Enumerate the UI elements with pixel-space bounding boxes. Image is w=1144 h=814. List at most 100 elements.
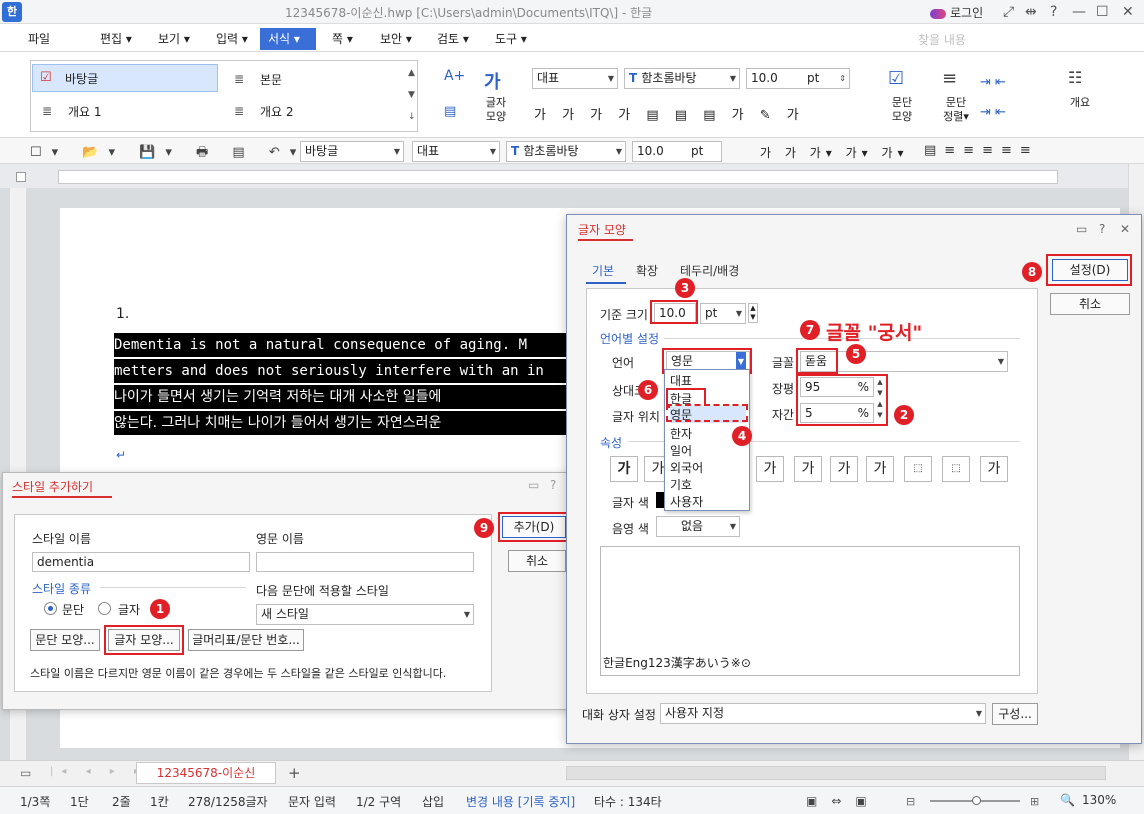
tab-extended[interactable]: 확장 xyxy=(636,262,658,279)
zoom-in-icon[interactable]: ⊞ xyxy=(1030,795,1039,808)
next-style-select[interactable]: 새 스타일 ▼ xyxy=(256,604,474,625)
document-tab[interactable]: 12345678-이순신 xyxy=(136,762,276,784)
horizontal-scrollbar[interactable] xyxy=(566,766,1106,780)
ribbon-size-combo[interactable]: 10.0 pt ⇕ xyxy=(746,68,850,89)
menu-review[interactable]: 검토 ▾ xyxy=(437,30,469,47)
format-buttons-row[interactable]: 가 가 가 가 ▤ ▤ ▤ 가 ✎ 가 xyxy=(534,104,805,123)
help-icon[interactable]: ? xyxy=(1050,4,1057,20)
outline-icon[interactable]: ☷ xyxy=(1068,68,1082,87)
outline-button[interactable]: 개요 xyxy=(1066,96,1094,110)
style-name-input[interactable]: dementia xyxy=(32,552,250,572)
horizontal-ruler[interactable] xyxy=(58,170,1058,184)
login-button[interactable]: 로그인 xyxy=(930,4,983,21)
para-shape-icon[interactable]: ☑ xyxy=(888,68,904,89)
bold-button[interactable]: 가 xyxy=(610,456,638,482)
toolbar-format-buttons[interactable]: 가 가 가▾ 가▾ 가▾ xyxy=(760,144,909,161)
comment-icon[interactable]: ▭ xyxy=(20,766,31,780)
tab-border[interactable]: 테두리/배경 xyxy=(680,262,739,279)
toolbar-style-combo[interactable]: 바탕글 ▼ xyxy=(300,141,404,162)
chevron-down-icon: ▼ xyxy=(489,147,496,156)
ribbon-lang-combo[interactable]: 대표 ▼ xyxy=(532,68,618,89)
normal-text-button[interactable]: 가 xyxy=(980,456,1008,482)
shadow-text-button[interactable]: 가 xyxy=(794,456,822,482)
engrave-button[interactable]: 가 xyxy=(866,456,894,482)
align-buttons[interactable]: ▤≡≡≡≡≡ xyxy=(924,143,1039,158)
char-cancel-button[interactable]: 취소 xyxy=(1050,293,1130,315)
size-unit-select[interactable]: pt ▼ xyxy=(700,303,746,324)
app-logo[interactable]: 한 xyxy=(2,2,22,22)
menu-edit[interactable]: 편집 ▾ xyxy=(100,30,132,47)
indent-icons[interactable]: ⇥ ⇤ ⇥ ⇤ xyxy=(980,68,1006,128)
superscript-icon[interactable]: ⬚ xyxy=(904,456,932,482)
align-icon[interactable]: ≡ xyxy=(942,68,957,89)
help-icon[interactable]: ? xyxy=(1099,222,1105,236)
selected-line[interactable]: 않는다. 그러나 치매는 나이가 들어서 생기는 자연스러운 xyxy=(114,411,570,435)
emboss-button[interactable]: 가 xyxy=(830,456,858,482)
bullet-numbering-button[interactable]: 글머리표/문단 번호... xyxy=(188,629,304,651)
ribbon-font-combo[interactable]: T 함초롬바탕 ▼ xyxy=(624,68,740,89)
status-zoom[interactable]: 130% xyxy=(1082,793,1116,807)
size-unit-value: pt xyxy=(705,306,718,320)
zoom-out-icon[interactable]: ⊟ xyxy=(906,795,915,808)
chat-icon[interactable]: ▭ xyxy=(528,478,539,492)
style-item-batang[interactable]: 바탕글 xyxy=(32,64,218,92)
color-swatch[interactable] xyxy=(656,492,664,508)
close-icon[interactable]: ✕ xyxy=(1120,222,1130,236)
help-icon[interactable]: ? xyxy=(550,478,556,492)
config-button[interactable]: 구성... xyxy=(992,703,1038,725)
chevron-down-icon: ▼ xyxy=(607,74,614,83)
maximize-icon[interactable]: ☐ xyxy=(1096,4,1109,20)
toolbar-font-combo[interactable]: T 함초롬바탕 ▼ xyxy=(506,141,626,162)
selected-line[interactable]: Dementia is not a natural consequence of… xyxy=(114,333,570,357)
dropdown-item[interactable]: 기호 xyxy=(670,476,692,493)
dropdown-item[interactable]: 대표 xyxy=(670,372,692,389)
add-style-icon[interactable]: A+ xyxy=(444,68,465,84)
minimize-icon[interactable]: — xyxy=(1072,4,1086,20)
restore-layout-icon[interactable]: ⇹ xyxy=(1025,4,1037,20)
subscript-icon[interactable]: ⬚ xyxy=(942,456,970,482)
selected-line[interactable]: metters and does not seriously interfere… xyxy=(114,359,570,383)
view-mode-icons[interactable]: ▣⇔▣ xyxy=(806,794,881,808)
selected-line[interactable]: 나이가 들면서 생기는 기억력 저하는 대개 사소한 일들에 xyxy=(114,385,570,409)
menu-security[interactable]: 보안 ▾ xyxy=(380,30,412,47)
style-scroll[interactable]: ▲ ▼ ↓ xyxy=(408,62,416,128)
size-stepper[interactable]: ▲ ▼ xyxy=(748,303,758,323)
para-shape-button[interactable]: 문단 모양 xyxy=(886,96,918,124)
outline-text-button[interactable]: 가 xyxy=(756,456,784,482)
search-box[interactable]: 찾을 내용 xyxy=(918,31,966,48)
menu-view[interactable]: 보기 ▾ xyxy=(158,30,190,47)
kind-char-radio[interactable] xyxy=(98,602,111,615)
fullscreen-icon[interactable]: ⤢ xyxy=(1003,4,1014,20)
add-tab-icon[interactable]: + xyxy=(288,764,301,782)
dialog-setting-select[interactable]: 사용자 지정 ▼ xyxy=(660,703,986,724)
para-shape-button[interactable]: 문단 모양... xyxy=(30,629,100,651)
toolbar-size-combo[interactable]: 10.0 pt xyxy=(632,141,722,162)
zoom-slider-handle[interactable] xyxy=(972,796,981,805)
menu-page[interactable]: 쪽 ▾ xyxy=(332,30,353,47)
style-cancel-button[interactable]: 취소 xyxy=(508,550,566,572)
style-folder-icon[interactable]: ▤ xyxy=(444,104,456,119)
status-insert[interactable]: 삽입 xyxy=(422,793,444,810)
menu-insert[interactable]: 입력 ▾ xyxy=(216,30,248,47)
status-mode: 문자 입력 xyxy=(288,795,336,809)
menu-tools[interactable]: 도구 ▾ xyxy=(495,30,527,47)
dropdown-item[interactable]: 사용자 xyxy=(670,493,703,510)
menu-format[interactable]: 서식 ▾ xyxy=(260,28,316,50)
eng-name-input[interactable] xyxy=(256,552,474,572)
tab-basic[interactable]: 기본 xyxy=(592,262,614,279)
shade-select[interactable]: 없음 ▼ xyxy=(656,516,740,537)
close-icon[interactable]: ✕ xyxy=(1122,4,1134,20)
dropdown-item[interactable]: 한자 xyxy=(670,425,692,442)
char-shape-icon[interactable]: 가 xyxy=(484,68,501,94)
kind-para-radio[interactable] xyxy=(44,602,57,615)
dropdown-item[interactable]: 외국어 xyxy=(670,459,703,476)
char-shape-button[interactable]: 글자 모양 xyxy=(480,96,512,124)
status-track-changes[interactable]: 변경 내용 [기록 중지] xyxy=(466,793,575,810)
magnifier-icon[interactable]: 🔍 xyxy=(1060,793,1075,807)
chat-icon[interactable]: ▭ xyxy=(1076,222,1087,236)
width-label: 장평 xyxy=(772,382,795,396)
dropdown-item[interactable]: 일어 xyxy=(670,442,692,459)
toolbar-lang-combo[interactable]: 대표 ▼ xyxy=(412,141,500,162)
menu-file[interactable]: 파일 xyxy=(28,30,50,47)
para-align-button[interactable]: 문단 정렬▾ xyxy=(938,96,974,124)
